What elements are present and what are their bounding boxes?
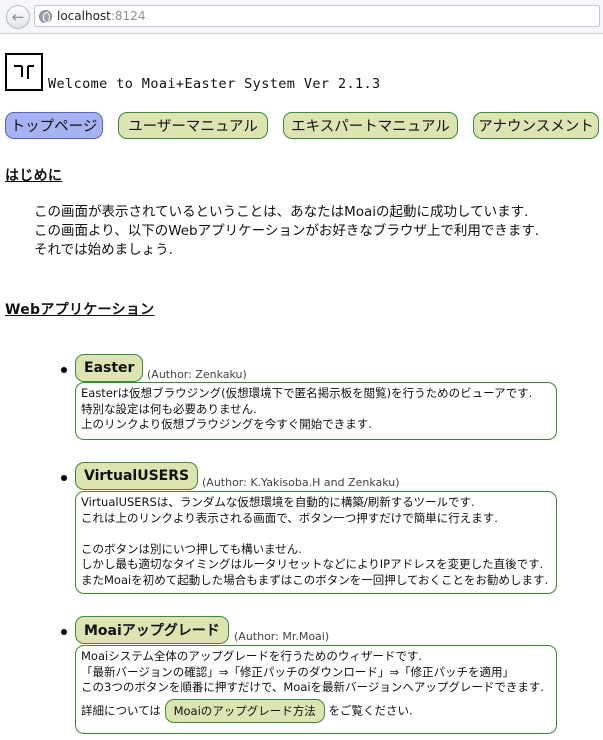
easter-button[interactable]: Easter: [75, 354, 144, 382]
page-title: Welcome to Moai+Easter System Ver 2.1.3: [48, 76, 381, 92]
description-line: 上のリンクより仮想ブラウジングを今すぐ開始できます.: [81, 417, 372, 431]
list-bullet: [61, 629, 67, 635]
list-bullet: [61, 367, 67, 373]
url-port: :8124: [110, 9, 146, 23]
virtualusers-author: (Author: K.Yakisoba.H and Zenkaku): [202, 476, 400, 489]
address-bar[interactable]: localhost :8124: [34, 5, 600, 27]
virtualusers-description: VirtualUSERSは、ランダムな仮想環境を自動的に構築/刷新するツールです…: [75, 491, 557, 594]
back-arrow-icon[interactable]: ←: [6, 5, 30, 29]
nav-announcement-button[interactable]: アナウンスメント: [473, 112, 599, 139]
description-line: Easterは仮想ブラウジング(仮想環境下で匿名掲示板を閲覧)を行うためのビュー…: [81, 386, 533, 400]
description-line: またMoaiを初めて起動した場合もまずはこのボタンを一回押しておくことをお勧めし…: [81, 572, 549, 587]
browser-toolbar: ← localhost :8124: [0, 0, 603, 34]
intro-heading: はじめに: [5, 168, 63, 184]
description-line: このボタンは別にいつ押しても構いません.: [81, 541, 302, 556]
upgrade-howto-link[interactable]: Moaiのアップグレード方法: [164, 698, 325, 723]
webapps-heading: Webアプリケーション: [5, 302, 155, 318]
detail-line: 詳細については Moaiのアップグレード方法 をご覧ください.: [81, 698, 551, 723]
detail-suffix: をご覧ください.: [328, 703, 413, 717]
easter-author: (Author: Zenkaku): [147, 368, 247, 381]
nav-top-page-button[interactable]: トップページ: [5, 112, 103, 139]
description-line: しかし最も適切なタイミングはルータリセットなどによりIPアドレスを変更した直後で…: [81, 557, 544, 571]
moai-logo-icon: [5, 53, 43, 91]
list-bullet: [61, 475, 67, 481]
easter-description: Easterは仮想ブラウジング(仮想環境下で匿名掲示板を閲覧)を行うためのビュー…: [75, 382, 557, 440]
globe-icon: [39, 9, 52, 23]
description-line: 「最新バージョンの確認」⇒「修正パッチのダウンロード」⇒「修正パッチを適用」: [81, 664, 515, 679]
description-line: Moaiシステム全体のアップグレードを行うためのウィザードです.: [81, 649, 423, 663]
url-host: localhost: [57, 9, 111, 23]
intro-line: それでは始めましょう.: [34, 242, 173, 258]
moai-upgrade-description: Moaiシステム全体のアップグレードを行うためのウィザードです. 「最新バージョ…: [75, 645, 557, 734]
description-line: これは上のリンクより表示される画面で、ボタン一つ押すだけで簡単に行えます.: [81, 510, 498, 525]
moai-upgrade-button[interactable]: Moaiアップグレード: [75, 616, 229, 644]
moai-upgrade-author: (Author: Mr.Moai): [234, 630, 330, 643]
description-line: VirtualUSERSは、ランダムな仮想環境を自動的に構築/刷新するツールです…: [81, 495, 475, 509]
description-line: 特別な設定は何も必要ありません.: [81, 401, 257, 416]
nav-expert-manual-button[interactable]: エキスパートマニュアル: [283, 112, 458, 139]
detail-prefix: 詳細については: [81, 703, 161, 717]
intro-text: この画面が表示されているということは、あなたはMoaiの起動に成功しています. …: [34, 203, 539, 260]
intro-line: この画面より、以下のWebアプリケーションがお好きなブラウザ上で利用できます.: [34, 223, 540, 239]
description-line: この3つのボタンを順番に押すだけで、Moaiを最新バージョンへアップグレードでき…: [81, 680, 544, 694]
virtualusers-button[interactable]: VirtualUSERS: [75, 462, 199, 490]
nav-user-manual-button[interactable]: ユーザーマニュアル: [118, 112, 268, 139]
intro-line: この画面が表示されているということは、あなたはMoaiの起動に成功しています.: [34, 204, 529, 220]
